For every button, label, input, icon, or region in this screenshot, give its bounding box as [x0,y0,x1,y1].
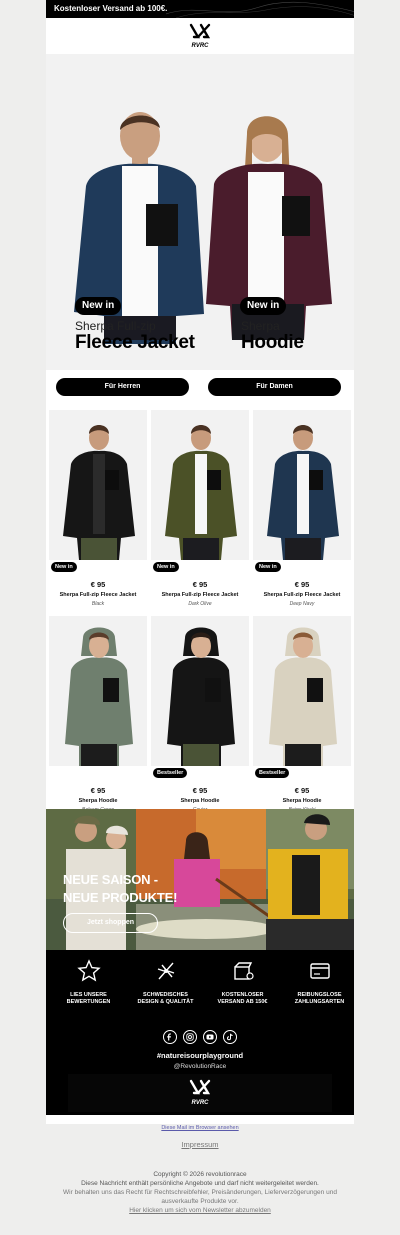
product-name[interactable]: Sherpa Full-zip Fleece Jacket [253,592,351,598]
product-badge: Bestseller [255,768,290,778]
feature-reviews-line1: LIES UNSERE [70,992,107,998]
feature-shipping[interactable]: KOSTENLOSER VERSAND AB 150€ [204,958,281,1006]
promo-banner[interactable]: NEUE SAISON - NEUE PRODUKTE! Jetzt shopp… [46,809,354,950]
model-figure [65,627,133,766]
feature-payment-line2: ZAHLUNGSARTEN [294,999,345,1005]
product-color: Deep Navy [289,601,315,607]
model-figure [63,425,135,560]
product-card[interactable]: Bestseller € 95 Sherpa Hoodie Caviar [151,616,249,816]
feature-payment-line1: REIBUNGSLOSE [297,992,342,998]
social-handle[interactable]: @RevolutionRace [46,1063,354,1070]
product-badge: New in [51,562,77,572]
feature-shipping-line1: KOSTENLOSER [221,992,264,998]
product-image[interactable] [49,410,147,560]
product-price: € 95 [192,580,208,589]
youtube-icon[interactable] [203,1030,217,1044]
gender-buttons-row: Für Herren Für Damen [46,370,354,404]
product-price: € 95 [192,786,208,795]
banner-headline-line2: NEUE PRODUKTE! [63,890,178,905]
rvrc-logo-icon: RVRC [189,23,211,49]
hero-right-title[interactable]: Hoodie [241,332,304,354]
imprint-text[interactable]: Impressum [181,1140,218,1149]
model-figure [269,627,337,766]
product-name[interactable]: Sherpa Full-zip Fleece Jacket [151,592,249,598]
shipping-banner: Kostenloser Versand ab 100€. [46,0,354,18]
product-price: € 95 [90,580,106,589]
topo-pattern-decoration [166,1,354,18]
shipping-banner-text: Kostenloser Versand ab 100€. [54,4,168,13]
product-price: € 95 [294,786,310,795]
hero-right-subtitle: Sherpa [241,319,280,333]
product-card[interactable]: Bestseller € 95 Sherpa Hoodie Beige Khak… [253,616,351,816]
feature-design-line2: DESIGN & QUALITÄT [137,999,194,1005]
product-badge: New in [153,562,179,572]
shipping-box-icon [233,962,254,980]
feature-shipping-line2: VERSAND AB 150€ [217,999,268,1005]
product-image[interactable] [151,410,249,560]
product-name[interactable]: Sherpa Hoodie [253,798,351,804]
rights-notice-line1: Wir behalten uns das Recht für Rechtschr… [63,1189,337,1196]
hero-left-title[interactable]: Fleece Jacket [75,332,195,354]
view-in-browser-text[interactable]: Diese Mail im Browser ansehen [161,1125,238,1131]
hashtag-text: #natureisourplayground [156,1051,244,1060]
feature-design-line1: SCHWEDISCHES [143,992,188,998]
shop-women-button[interactable]: Für Damen [208,378,341,396]
rights-notice-line2: ausverkaufte Produkte vor. [161,1198,239,1205]
footer: LIES UNSERE BEWERTUNGEN SCHWEDISCHES DESIG… [46,950,354,1115]
product-grid: New in € 95 Sherpa Full-zip Fleece Jacke… [46,404,354,813]
product-card[interactable]: € 95 Sherpa Hoodie Balsam Green [49,616,147,816]
imprint-link[interactable]: Impressum [0,1140,400,1149]
svg-text:RVRC: RVRC [191,1100,209,1106]
rvrc-logo-icon: RVRC [189,1079,211,1106]
credit-card-icon [309,963,330,979]
unsubscribe-text[interactable]: Hier klicken um sich vom Newsletter abzu… [129,1207,271,1214]
personal-notice: Diese Nachricht enthält persönliche Ange… [81,1180,319,1187]
product-price: € 95 [90,786,106,795]
model-figure [167,627,235,766]
brand-logo-link[interactable]: RVRC [46,18,354,54]
product-price: € 95 [294,580,310,589]
new-in-tag-left: New in [75,297,122,315]
banner-headline-line1: NEUE SAISON - [63,872,158,887]
footer-logo[interactable]: RVRC [68,1074,332,1112]
feature-design[interactable]: SCHWEDISCHES DESIGN & QUALITÄT [127,958,204,1006]
product-name[interactable]: Sherpa Hoodie [151,798,249,804]
product-image[interactable] [253,410,351,560]
product-image[interactable] [151,616,249,766]
email-container: Kostenloser Versand ab 100€. RVRC New in… [46,0,354,1124]
shop-now-button[interactable]: Jetzt shoppen [63,913,158,933]
hero-section[interactable]: New in Sherpa Full-zip Fleece Jacket New… [46,54,354,370]
new-in-tag-right: New in [240,297,287,315]
social-links [46,1030,354,1044]
instagram-icon[interactable] [183,1030,197,1044]
hero-left-subtitle: Sherpa Full-zip [75,319,156,333]
product-badge: Bestseller [153,768,188,778]
product-color: Black [91,601,105,607]
swedish-design-icon [157,962,174,980]
product-image[interactable] [253,616,351,766]
product-badge: New in [255,562,281,572]
model-figure [267,425,339,560]
feature-reviews[interactable]: LIES UNSERE BEWERTUNGEN [50,958,127,1006]
copyright: Copyright © 2026 revolutionrace [153,1171,247,1178]
product-name[interactable]: Sherpa Full-zip Fleece Jacket [49,592,147,598]
facebook-icon[interactable] [163,1030,177,1044]
model-figure [165,425,237,560]
product-card[interactable]: New in € 95 Sherpa Full-zip Fleece Jacke… [253,410,351,610]
product-image[interactable] [49,616,147,766]
product-color: Dark Olive [188,601,212,607]
feature-payment[interactable]: REIBUNGSLOSE ZAHLUNGSARTEN [281,958,354,1006]
tiktok-icon[interactable] [223,1030,237,1044]
unsubscribe-link[interactable]: Hier klicken um sich vom Newsletter abzu… [0,1207,400,1214]
product-card[interactable]: New in € 95 Sherpa Full-zip Fleece Jacke… [151,410,249,610]
product-name[interactable]: Sherpa Hoodie [49,798,147,804]
shop-men-button[interactable]: Für Herren [56,378,189,396]
svg-text:RVRC: RVRC [191,43,209,49]
view-in-browser-link[interactable]: Diese Mail im Browser ansehen [0,1125,400,1131]
product-card[interactable]: New in € 95 Sherpa Full-zip Fleece Jacke… [49,410,147,610]
feature-reviews-line2: BEWERTUNGEN [66,999,111,1005]
star-icon [76,959,101,982]
